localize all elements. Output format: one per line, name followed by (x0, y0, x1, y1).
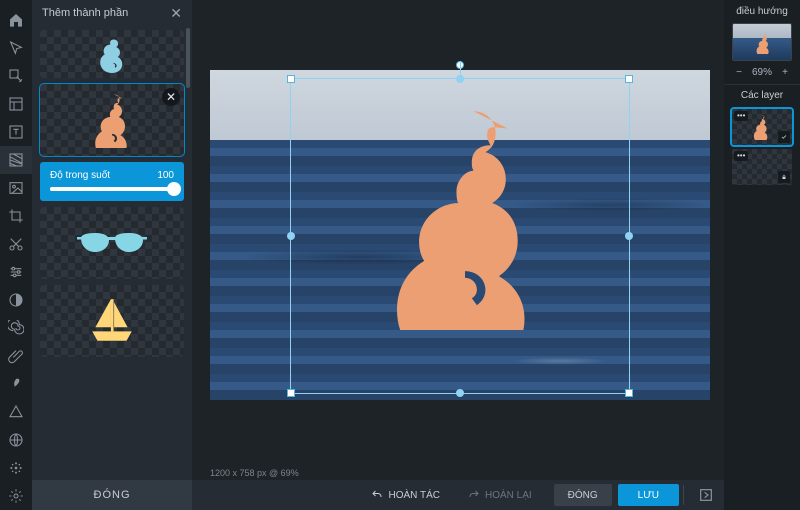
opacity-label: Độ trong suốt (50, 170, 110, 181)
settings-icon[interactable] (0, 482, 32, 510)
effects-tool-icon[interactable] (0, 454, 32, 482)
globe-tool-icon[interactable] (0, 426, 32, 454)
selection-box[interactable] (290, 78, 630, 394)
left-toolbar (0, 0, 32, 510)
cursor-box-icon[interactable] (0, 62, 32, 90)
resize-handle-t[interactable] (456, 75, 464, 83)
resize-handle-br[interactable] (625, 389, 633, 397)
layer-visibility-icon[interactable] (778, 131, 790, 143)
spiral-tool-icon[interactable] (0, 314, 32, 342)
redo-button[interactable]: HOÀN LẠI (454, 484, 546, 506)
clip-tool-icon[interactable] (0, 342, 32, 370)
save-button[interactable]: LƯU (618, 484, 679, 506)
image-tool-icon[interactable] (0, 174, 32, 202)
opacity-control: Độ trong suốt 100 (40, 162, 184, 201)
navigator-title: điều hướng (724, 0, 800, 21)
resize-handle-l[interactable] (287, 232, 295, 240)
pointer-tool-icon[interactable] (0, 34, 32, 62)
resize-handle-tr[interactable] (625, 75, 633, 83)
right-panel: điều hướng − 69% + Các layer ••• ••• (724, 0, 800, 510)
texture-tool-icon[interactable] (0, 146, 32, 174)
layer-menu-icon[interactable]: ••• (734, 151, 748, 161)
resize-handle-bl[interactable] (287, 389, 295, 397)
opacity-value: 100 (157, 170, 174, 181)
shape-tool-icon[interactable] (0, 398, 32, 426)
bottom-bar: HOÀN TÁC HOÀN LẠI ĐÓNG LƯU (192, 480, 724, 510)
export-icon[interactable] (694, 484, 718, 506)
navigator-thumbnail[interactable] (732, 23, 792, 61)
resize-handle-b[interactable] (456, 389, 464, 397)
component-thumb-glasses[interactable] (40, 207, 184, 279)
layout-icon[interactable] (0, 90, 32, 118)
panel-close-button[interactable]: ✕ (170, 5, 182, 22)
panel-title: Thêm thành phần (42, 7, 128, 19)
contrast-tool-icon[interactable] (0, 286, 32, 314)
opacity-slider-knob[interactable] (167, 182, 181, 196)
text-tool-icon[interactable] (0, 118, 32, 146)
close-button[interactable]: ĐÓNG (554, 484, 612, 506)
zoom-out-button[interactable]: − (732, 67, 746, 78)
component-thumb-shell-blue[interactable] (40, 30, 184, 78)
resize-handle-tl[interactable] (287, 75, 295, 83)
layer-menu-icon[interactable]: ••• (734, 111, 748, 121)
home-icon[interactable] (0, 6, 32, 34)
panel-header: Thêm thành phần ✕ (32, 0, 192, 26)
canvas-dimensions-label: 1200 x 758 px @ 69% (210, 468, 299, 478)
panel-scrollbar[interactable] (186, 28, 190, 88)
layers-title: Các layer (724, 84, 800, 105)
zoom-value: 69% (752, 67, 772, 78)
component-panel: Thêm thành phần ✕ ✕ Độ trong suốt 100 (32, 0, 192, 510)
opacity-slider[interactable] (50, 187, 174, 191)
cut-tool-icon[interactable] (0, 230, 32, 258)
layer-shell[interactable]: ••• (732, 109, 792, 145)
panel-close-footer-button[interactable]: ĐÓNG (32, 480, 192, 510)
adjust-tool-icon[interactable] (0, 258, 32, 286)
canvas-area: 1200 x 758 px @ 69% (192, 0, 724, 510)
component-thumb-shell-orange[interactable]: ✕ (40, 84, 184, 156)
component-thumb-boat[interactable] (40, 285, 184, 357)
zoom-in-button[interactable]: + (778, 67, 792, 78)
layer-background[interactable]: ••• (732, 149, 792, 185)
crop-tool-icon[interactable] (0, 202, 32, 230)
undo-button[interactable]: HOÀN TÁC (357, 484, 454, 506)
canvas-stage[interactable] (210, 70, 710, 400)
resize-handle-r[interactable] (625, 232, 633, 240)
layer-lock-icon[interactable] (778, 171, 790, 183)
zoom-control: − 69% + (724, 65, 800, 84)
brush-tool-icon[interactable] (0, 370, 32, 398)
remove-component-button[interactable]: ✕ (162, 88, 180, 106)
